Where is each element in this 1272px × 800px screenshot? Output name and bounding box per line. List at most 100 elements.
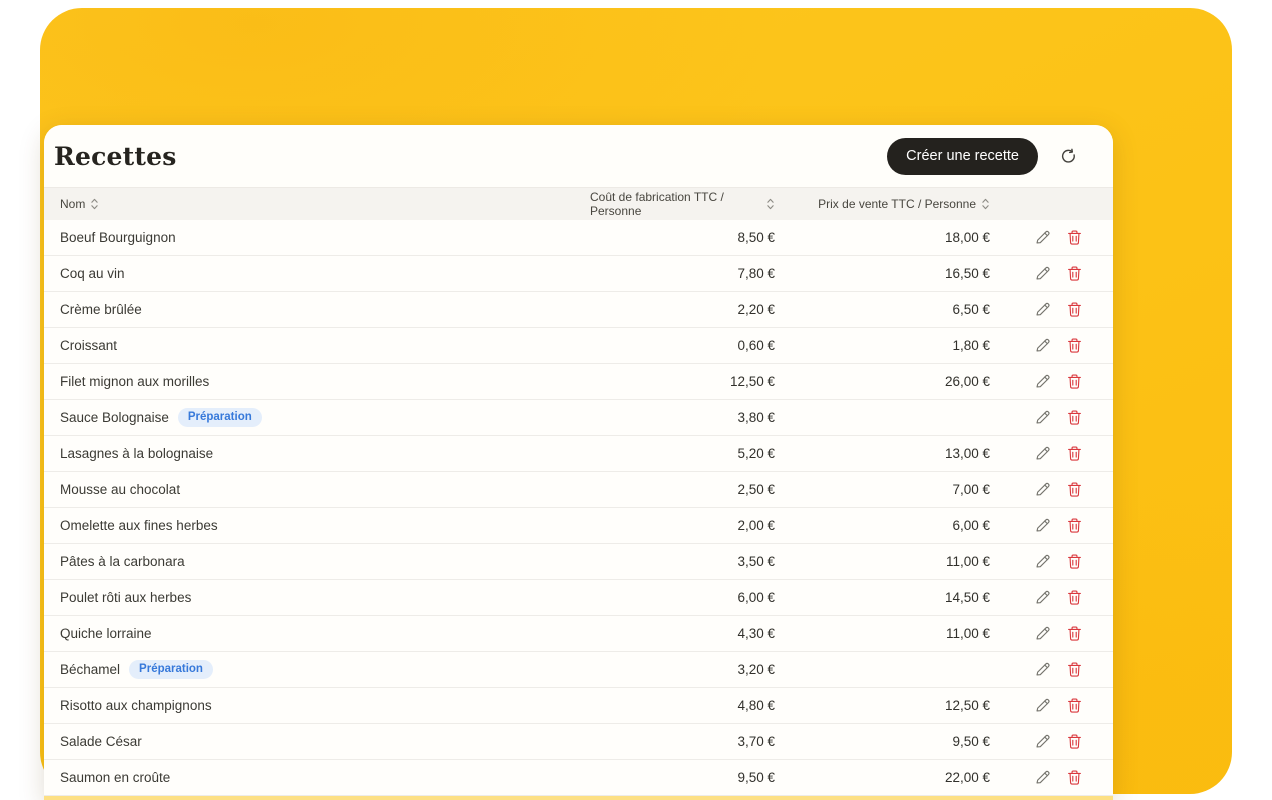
recipe-name: Quiche lorraine bbox=[60, 626, 152, 641]
edit-icon[interactable] bbox=[1034, 733, 1051, 750]
row-actions bbox=[990, 661, 1083, 678]
row-actions bbox=[990, 445, 1083, 462]
price-value: 1,80 € bbox=[775, 338, 990, 353]
delete-icon[interactable] bbox=[1066, 301, 1083, 318]
recipe-name: Coq au vin bbox=[60, 266, 125, 281]
delete-icon[interactable] bbox=[1066, 481, 1083, 498]
edit-icon[interactable] bbox=[1034, 625, 1051, 642]
row-actions bbox=[990, 733, 1083, 750]
preparation-badge: Préparation bbox=[178, 408, 262, 427]
price-value: 12,50 € bbox=[775, 698, 990, 713]
table-row[interactable]: Crème brûlée 2,20 € 6,50 € bbox=[44, 292, 1113, 328]
sort-icon bbox=[981, 197, 990, 211]
recipe-name-cell: Crème brûlée bbox=[60, 302, 590, 317]
price-value: 22,00 € bbox=[775, 770, 990, 785]
delete-icon[interactable] bbox=[1066, 661, 1083, 678]
edit-icon[interactable] bbox=[1034, 661, 1051, 678]
delete-icon[interactable] bbox=[1066, 337, 1083, 354]
row-actions bbox=[990, 589, 1083, 606]
price-value: 6,00 € bbox=[775, 518, 990, 533]
price-value: 18,00 € bbox=[775, 230, 990, 245]
column-header-price[interactable]: Prix de vente TTC / Personne bbox=[775, 197, 990, 211]
cost-value: 3,20 € bbox=[590, 662, 775, 677]
recipe-name: Crème brûlée bbox=[60, 302, 142, 317]
edit-icon[interactable] bbox=[1034, 769, 1051, 786]
edit-icon[interactable] bbox=[1034, 697, 1051, 714]
delete-icon[interactable] bbox=[1066, 625, 1083, 642]
delete-icon[interactable] bbox=[1066, 733, 1083, 750]
edit-icon[interactable] bbox=[1034, 553, 1051, 570]
edit-icon[interactable] bbox=[1034, 517, 1051, 534]
delete-icon[interactable] bbox=[1066, 445, 1083, 462]
table-row[interactable]: Croissant 0,60 € 1,80 € bbox=[44, 328, 1113, 364]
table-row[interactable]: Béchamel Préparation 3,20 € bbox=[44, 652, 1113, 688]
cost-value: 2,50 € bbox=[590, 482, 775, 497]
recipe-name: Salade César bbox=[60, 734, 142, 749]
column-label: Nom bbox=[60, 197, 85, 211]
table-row[interactable]: Filet mignon aux morilles 12,50 € 26,00 … bbox=[44, 364, 1113, 400]
cost-value: 2,20 € bbox=[590, 302, 775, 317]
table-row[interactable]: Risotto aux champignons 4,80 € 12,50 € bbox=[44, 688, 1113, 724]
cost-value: 3,80 € bbox=[590, 410, 775, 425]
table-row[interactable]: Poulet rôti aux herbes 6,00 € 14,50 € bbox=[44, 580, 1113, 616]
edit-icon[interactable] bbox=[1034, 265, 1051, 282]
row-actions bbox=[990, 769, 1083, 786]
recipe-name: Béchamel bbox=[60, 662, 120, 677]
row-actions bbox=[990, 409, 1083, 426]
column-header-cost[interactable]: Coût de fabrication TTC / Personne bbox=[590, 190, 775, 218]
table-row[interactable]: Pâtes à la carbonara 3,50 € 11,00 € bbox=[44, 544, 1113, 580]
delete-icon[interactable] bbox=[1066, 553, 1083, 570]
row-actions bbox=[990, 625, 1083, 642]
table-row[interactable]: Salade César 3,70 € 9,50 € bbox=[44, 724, 1113, 760]
edit-icon[interactable] bbox=[1034, 229, 1051, 246]
delete-icon[interactable] bbox=[1066, 229, 1083, 246]
price-value: 16,50 € bbox=[775, 266, 990, 281]
delete-icon[interactable] bbox=[1066, 517, 1083, 534]
edit-icon[interactable] bbox=[1034, 337, 1051, 354]
delete-icon[interactable] bbox=[1066, 769, 1083, 786]
delete-icon[interactable] bbox=[1066, 265, 1083, 282]
table-row[interactable]: Lasagnes à la bolognaise 5,20 € 13,00 € bbox=[44, 436, 1113, 472]
table-row[interactable]: Sauce Bolognaise Préparation 3,80 € bbox=[44, 400, 1113, 436]
column-label: Prix de vente TTC / Personne bbox=[818, 197, 976, 211]
recipes-panel: Recettes Créer une recette Nom Coût de bbox=[44, 125, 1113, 800]
table-row[interactable]: Saumon en croûte 9,50 € 22,00 € bbox=[44, 760, 1113, 796]
recipe-name-cell: Coq au vin bbox=[60, 266, 590, 281]
edit-icon[interactable] bbox=[1034, 445, 1051, 462]
recipe-name: Sauce Bolognaise bbox=[60, 410, 169, 425]
row-actions bbox=[990, 697, 1083, 714]
recipe-name: Poulet rôti aux herbes bbox=[60, 590, 191, 605]
cost-value: 4,30 € bbox=[590, 626, 775, 641]
recipe-name-cell: Mousse au chocolat bbox=[60, 482, 590, 497]
edit-icon[interactable] bbox=[1034, 409, 1051, 426]
create-recipe-button[interactable]: Créer une recette bbox=[887, 138, 1038, 175]
edit-icon[interactable] bbox=[1034, 373, 1051, 390]
delete-icon[interactable] bbox=[1066, 409, 1083, 426]
price-value: 11,00 € bbox=[775, 626, 990, 641]
table-row[interactable]: Mousse au chocolat 2,50 € 7,00 € bbox=[44, 472, 1113, 508]
table-row[interactable]: Boeuf Bourguignon 8,50 € 18,00 € bbox=[44, 220, 1113, 256]
edit-icon[interactable] bbox=[1034, 589, 1051, 606]
price-value: 9,50 € bbox=[775, 734, 990, 749]
recipe-name-cell: Quiche lorraine bbox=[60, 626, 590, 641]
column-header-name[interactable]: Nom bbox=[60, 197, 590, 211]
row-actions bbox=[990, 517, 1083, 534]
preparation-badge: Préparation bbox=[129, 660, 213, 679]
row-actions bbox=[990, 265, 1083, 282]
cost-value: 9,50 € bbox=[590, 770, 775, 785]
table-row[interactable]: Omelette aux fines herbes 2,00 € 6,00 € bbox=[44, 508, 1113, 544]
price-value: 7,00 € bbox=[775, 482, 990, 497]
delete-icon[interactable] bbox=[1066, 373, 1083, 390]
page-title: Recettes bbox=[54, 142, 887, 171]
recipe-name-cell: Pâtes à la carbonara bbox=[60, 554, 590, 569]
refresh-icon[interactable] bbox=[1057, 145, 1079, 167]
edit-icon[interactable] bbox=[1034, 301, 1051, 318]
delete-icon[interactable] bbox=[1066, 697, 1083, 714]
cost-value: 3,70 € bbox=[590, 734, 775, 749]
recipe-name-cell: Omelette aux fines herbes bbox=[60, 518, 590, 533]
recipe-name: Croissant bbox=[60, 338, 117, 353]
delete-icon[interactable] bbox=[1066, 589, 1083, 606]
table-row[interactable]: Quiche lorraine 4,30 € 11,00 € bbox=[44, 616, 1113, 652]
table-row[interactable]: Coq au vin 7,80 € 16,50 € bbox=[44, 256, 1113, 292]
edit-icon[interactable] bbox=[1034, 481, 1051, 498]
